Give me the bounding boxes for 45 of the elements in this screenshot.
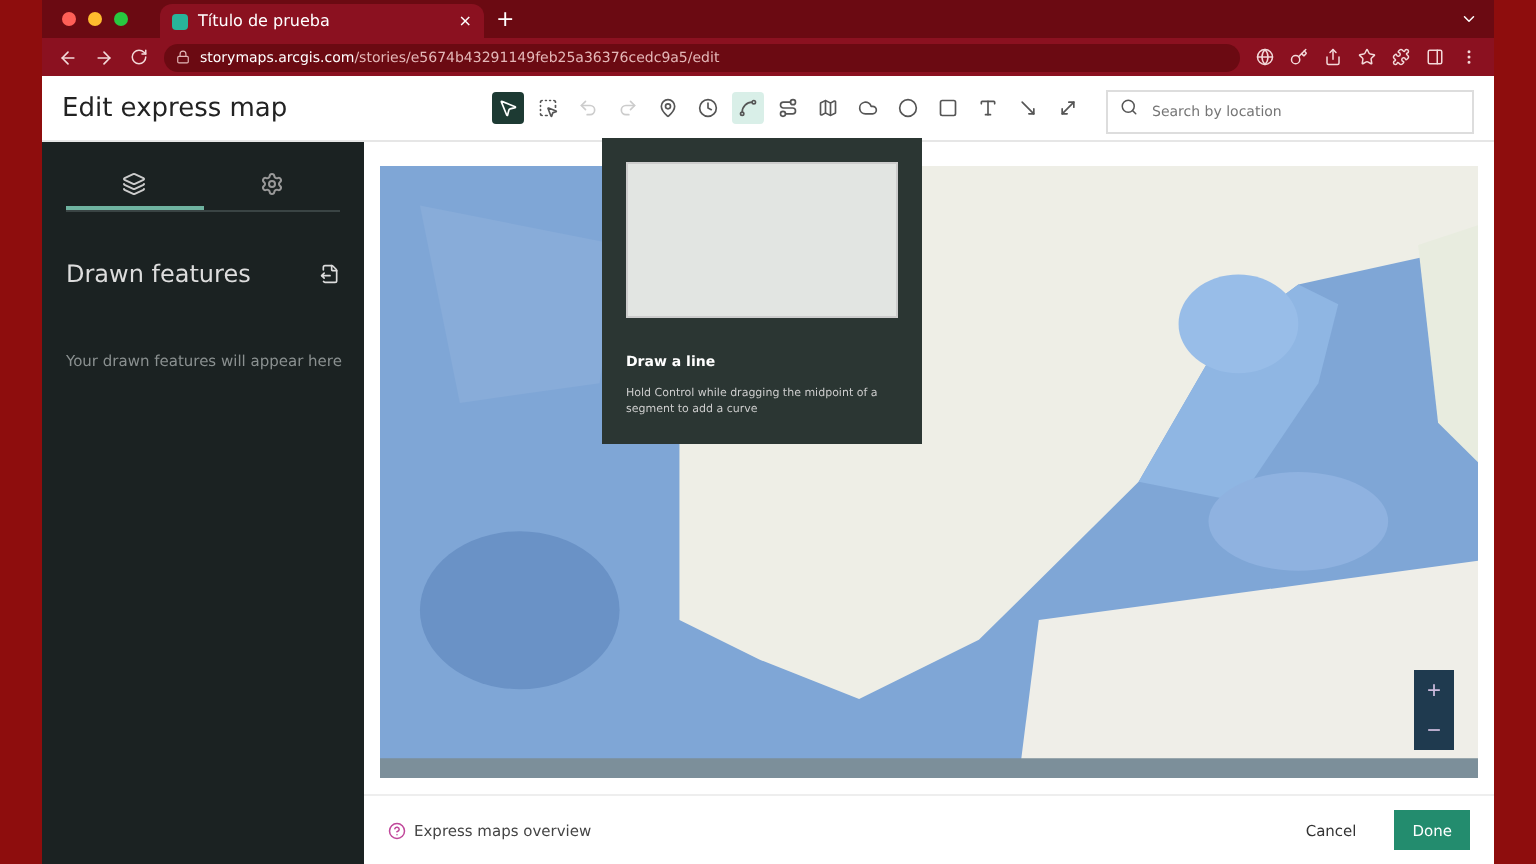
route-icon <box>778 98 798 118</box>
extensions-icon[interactable] <box>1392 48 1410 66</box>
cursor-icon <box>498 98 518 118</box>
zoom-in-button[interactable]: + <box>1414 670 1454 710</box>
curve-icon <box>738 98 758 118</box>
text-icon <box>978 98 998 118</box>
side-panel-icon[interactable] <box>1426 48 1444 66</box>
export-icon[interactable] <box>320 264 340 284</box>
browser-tab[interactable]: Título de prueba × <box>160 4 484 38</box>
tab-title: Título de prueba <box>198 12 332 30</box>
cloud-icon <box>858 98 878 118</box>
help-icon <box>388 821 406 839</box>
tab-close-button[interactable]: × <box>458 12 472 30</box>
layers-icon <box>122 172 147 196</box>
maximize-window-button[interactable] <box>114 12 128 26</box>
share-icon[interactable] <box>1324 48 1342 66</box>
zoom-out-button[interactable]: − <box>1414 710 1454 750</box>
line-tool[interactable] <box>732 92 764 124</box>
reload-icon[interactable] <box>130 48 148 66</box>
lock-icon <box>176 50 190 64</box>
redo-icon <box>618 98 638 118</box>
minimize-window-button[interactable] <box>88 12 102 26</box>
page-title: Edit express map <box>62 93 290 123</box>
arrow-icon <box>1018 98 1038 118</box>
back-icon[interactable] <box>58 47 78 67</box>
double-arrow-icon <box>1058 98 1078 118</box>
circle-icon <box>898 98 918 118</box>
site-icon <box>172 13 188 29</box>
undo-icon <box>578 98 598 118</box>
pin-icon <box>658 98 678 118</box>
panel-heading: Drawn features <box>66 260 251 288</box>
new-tab-button[interactable]: + <box>496 6 515 32</box>
globe-icon[interactable] <box>1256 48 1274 66</box>
settings-icon <box>259 172 284 196</box>
map-icon <box>818 98 838 118</box>
chevron-down-icon[interactable] <box>1460 10 1478 28</box>
square-icon <box>938 98 958 118</box>
selection-icon <box>538 98 558 118</box>
key-icon[interactable] <box>1290 48 1308 66</box>
close-window-button[interactable] <box>62 12 76 26</box>
forward-icon[interactable] <box>94 47 114 67</box>
clock-icon <box>698 98 718 118</box>
star-icon[interactable] <box>1358 48 1376 66</box>
pointer-tool[interactable] <box>492 92 524 124</box>
search-icon <box>1120 98 1138 116</box>
